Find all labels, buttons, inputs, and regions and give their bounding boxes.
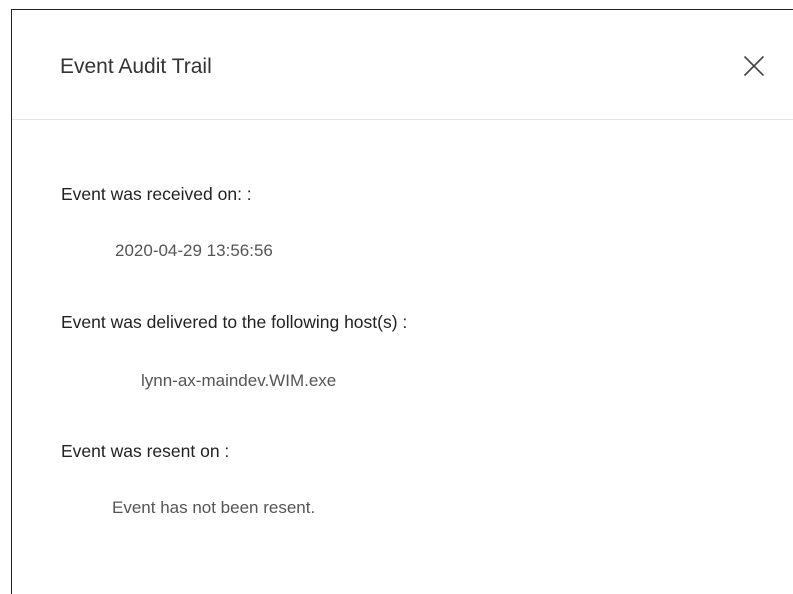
resent-on-label: Event was resent on :: [61, 441, 230, 461]
resent-on-value: Event has not been resent.: [112, 498, 316, 517]
delivered-host-value: lynn-ax-maindev.WIM.exe: [141, 371, 337, 390]
close-button[interactable]: [734, 46, 774, 86]
received-on-label: Event was received on: :: [61, 184, 252, 204]
dialog-title: Event Audit Trail: [60, 55, 212, 78]
delivered-hosts-label: Event was delivered to the following hos…: [61, 312, 408, 332]
audit-trail-dialog: Event Audit Trail Event was received on:…: [11, 9, 793, 594]
close-icon: [744, 56, 764, 76]
received-on-value: 2020-04-29 13:56:56: [115, 241, 273, 260]
dialog-header: Event Audit Trail: [12, 10, 793, 120]
